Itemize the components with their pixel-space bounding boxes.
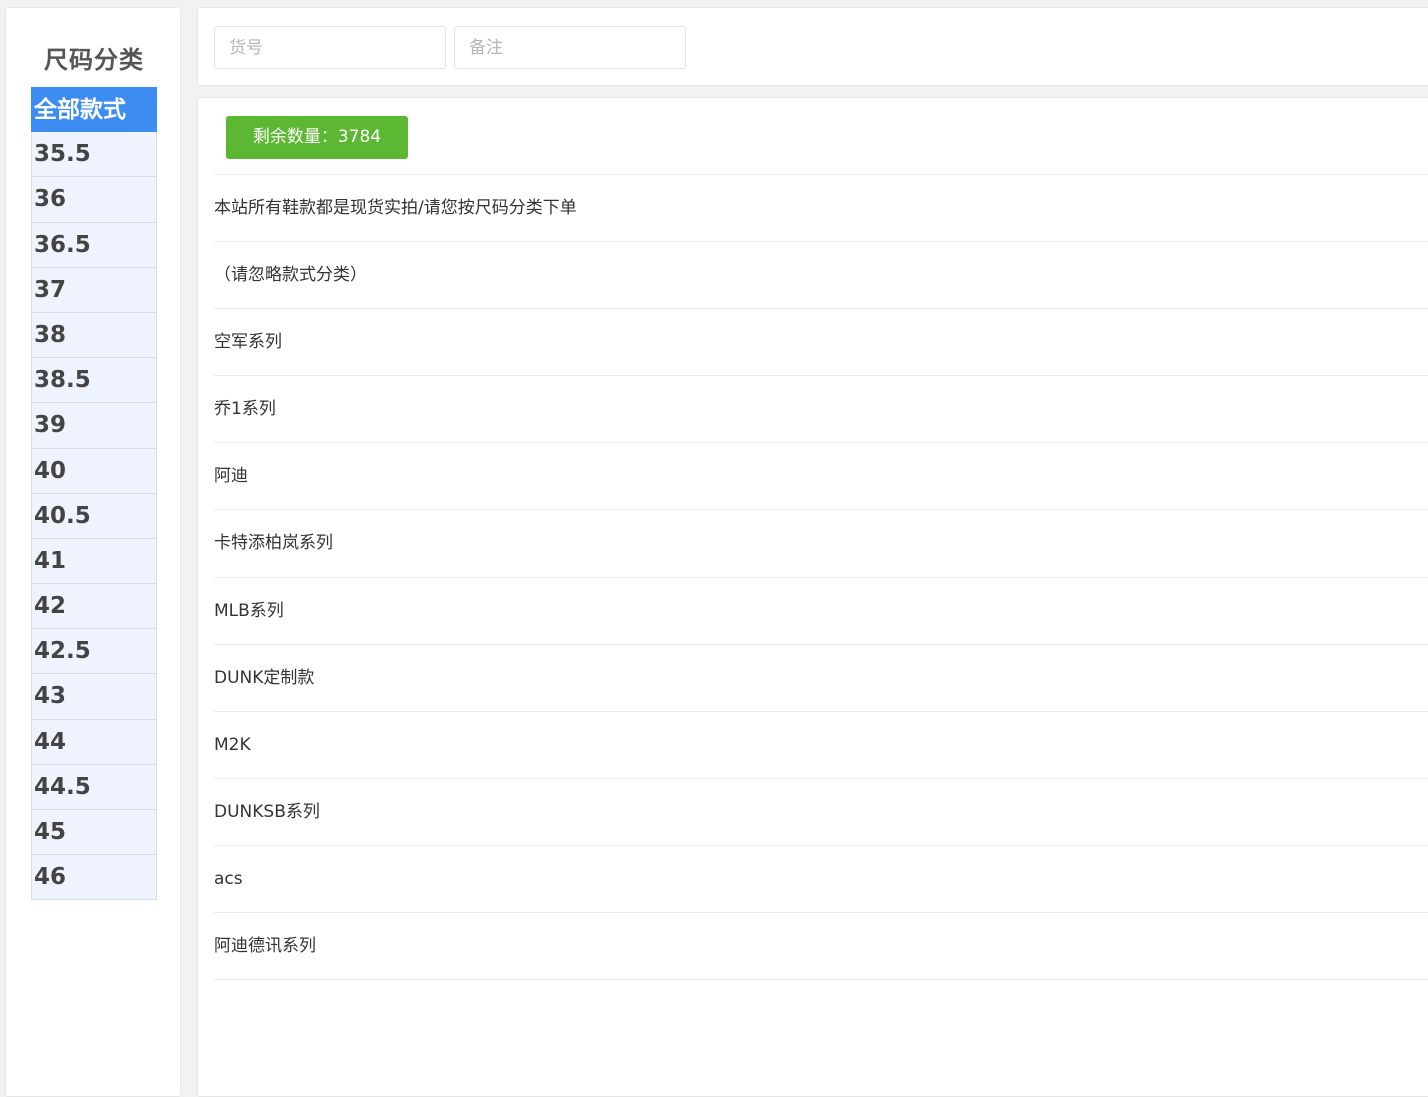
size-item[interactable]: 37 — [31, 267, 157, 313]
size-item[interactable]: 42 — [31, 584, 157, 630]
content-panel: 剩余数量：3784 本站所有鞋款都是现货实拍/请您按尺码分类下单 （请忽略款式分… — [197, 97, 1428, 1097]
sidebar-title: 尺码分类 — [44, 46, 144, 74]
style-category-list: 本站所有鞋款都是现货实拍/请您按尺码分类下单 （请忽略款式分类） 空军系列 乔1系列… — [214, 174, 1428, 981]
size-item[interactable]: 42.5 — [31, 629, 157, 675]
category-item[interactable]: DUNKSB系列 — [214, 779, 1428, 846]
item-number-input[interactable] — [214, 26, 446, 69]
size-item[interactable]: 40 — [31, 448, 157, 494]
size-item[interactable]: 39 — [31, 403, 157, 449]
size-category-list: 全部款式 35.5 36 36.5 37 38 38.5 39 40 40.5 41 42 42.5 43… — [31, 87, 157, 901]
size-item[interactable]: 45 — [31, 810, 157, 856]
size-item[interactable]: 38 — [31, 312, 157, 359]
remark-input[interactable] — [454, 26, 686, 69]
size-item[interactable]: 46 — [31, 855, 157, 901]
size-sidebar: 尺码分类 全部款式 35.5 36 36.5 37 38 38.5 39 40 40.5 41 42 4… — [5, 7, 181, 1097]
size-item[interactable]: 40.5 — [31, 493, 157, 539]
category-item[interactable]: 空军系列 — [214, 309, 1428, 377]
size-item[interactable]: 36.5 — [31, 222, 157, 268]
size-item[interactable]: 43 — [31, 674, 157, 720]
category-item[interactable]: 乔1系列 — [214, 376, 1428, 444]
size-item[interactable]: 38.5 — [31, 358, 157, 404]
remaining-count-badge: 剩余数量：3784 — [226, 116, 408, 159]
category-item[interactable]: 阿迪德讯系列 — [214, 913, 1428, 981]
category-item[interactable]: （请忽略款式分类） — [214, 242, 1428, 310]
size-item[interactable]: 44 — [31, 719, 157, 765]
size-item[interactable]: 41 — [31, 538, 157, 585]
search-panel — [197, 7, 1428, 86]
category-item[interactable]: 阿迪 — [214, 443, 1428, 511]
category-item[interactable]: DUNK定制款 — [214, 645, 1428, 712]
category-item[interactable]: 卡特添柏岚系列 — [214, 510, 1428, 578]
size-item[interactable]: 35.5 — [31, 132, 157, 178]
category-item[interactable]: 本站所有鞋款都是现货实拍/请您按尺码分类下单 — [214, 175, 1428, 243]
size-item[interactable]: 44.5 — [31, 764, 157, 810]
size-item[interactable]: 36 — [31, 177, 157, 223]
size-item-all-styles[interactable]: 全部款式 — [31, 87, 157, 133]
category-item[interactable]: M2K — [214, 712, 1428, 779]
category-item[interactable]: acs — [214, 846, 1428, 914]
category-item[interactable]: MLB系列 — [214, 578, 1428, 645]
